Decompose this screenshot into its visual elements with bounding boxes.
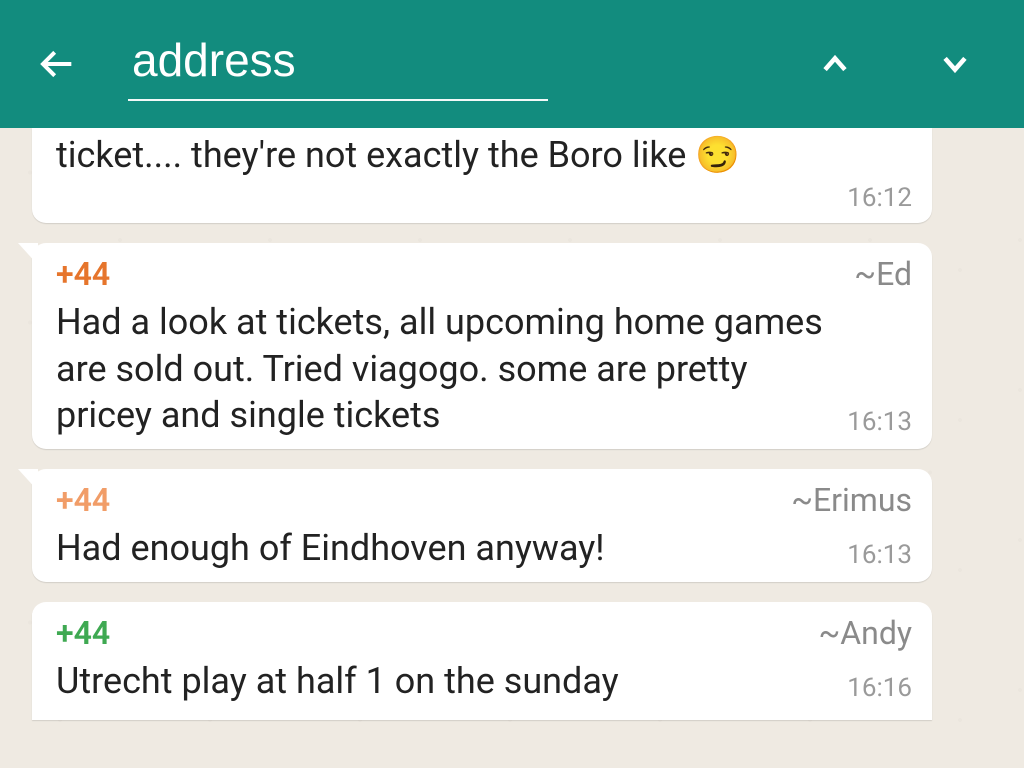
sender-phone[interactable]: +44: [56, 614, 110, 652]
search-header: [0, 0, 1024, 128]
back-button[interactable]: [36, 42, 80, 86]
message-text: Had a look at tickets, all upcoming home…: [56, 299, 831, 439]
sender-nick: ~Ed: [854, 255, 912, 293]
message-time: 16:16: [847, 673, 912, 703]
sender-phone[interactable]: +44: [56, 481, 110, 519]
message-bubble[interactable]: +44 ~Andy Utrecht play at half 1 on the …: [32, 602, 932, 720]
search-input[interactable]: [128, 27, 548, 101]
message-text: Had enough of Eindhoven anyway!: [56, 525, 831, 572]
search-field-wrap: [128, 27, 730, 101]
message-time: 16:13: [847, 407, 912, 437]
arrow-left-icon: [38, 44, 78, 84]
chat-area[interactable]: ticket.... they're not exactly the Boro …: [0, 128, 1024, 720]
chevron-up-icon: [818, 47, 852, 81]
search-prev-button[interactable]: [818, 47, 852, 81]
search-next-button[interactable]: [938, 47, 972, 81]
sender-nick: ~Erimus: [791, 481, 912, 519]
message-text: ticket.... they're not exactly the Boro …: [56, 132, 912, 179]
message-bubble[interactable]: ticket.... they're not exactly the Boro …: [32, 128, 932, 223]
chevron-down-icon: [938, 47, 972, 81]
sender-phone[interactable]: +44: [56, 255, 110, 293]
sender-nick: ~Andy: [819, 614, 913, 652]
message-time: 16:13: [847, 540, 912, 570]
message-bubble[interactable]: +44 ~Ed Had a look at tickets, all upcom…: [32, 243, 932, 449]
message-time: 16:12: [847, 183, 912, 213]
message-bubble[interactable]: +44 ~Erimus Had enough of Eindhoven anyw…: [32, 469, 932, 582]
message-text: Utrecht play at half 1 on the sunday: [56, 658, 831, 705]
search-nav-arrows: [818, 47, 972, 81]
